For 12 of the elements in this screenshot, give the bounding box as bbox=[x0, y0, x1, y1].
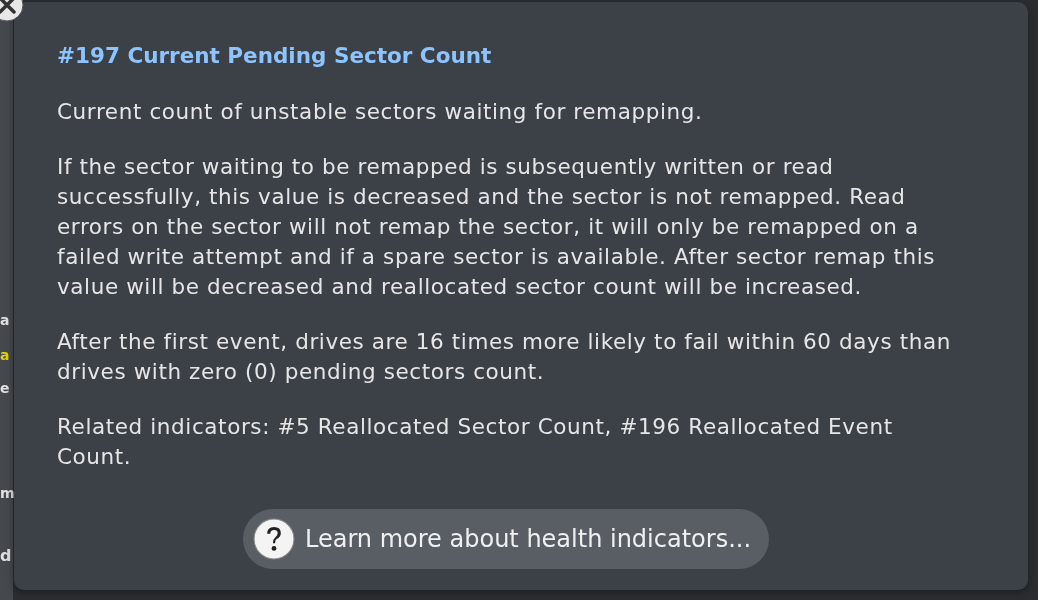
background-text: d bbox=[0, 548, 12, 564]
description-paragraph: After the first event, drives are 16 times more likely to fail within 60 days than drives with zero (0) pending sectors count. bbox=[57, 328, 952, 386]
description-paragraph: Related indicators: #5 Reallocated Sector Count, #196 Reallocated Event Count. bbox=[57, 413, 894, 471]
background-text: e bbox=[0, 380, 10, 396]
background-text: m bbox=[0, 485, 15, 501]
description-paragraph: Current count of unstable sectors waiting for remapping. bbox=[57, 98, 704, 126]
popover-title: #197 Current Pending Sector Count bbox=[57, 42, 493, 70]
learn-more-button[interactable]: Learn more about health indicators... bbox=[243, 509, 769, 569]
background-text: a bbox=[0, 312, 10, 328]
description-paragraph: If the sector waiting to be remapped is subsequently written or read successfully, this value is decreased and the sector is not remapped. Read errors on the sector will not remap the sector, it will only be remapped on a failed write attempt and if a spare sector is available. After sector remap this value will be decreased and reallocated sector count will be increased. bbox=[57, 153, 937, 301]
background-text: a bbox=[0, 347, 10, 363]
help-icon bbox=[253, 518, 295, 560]
